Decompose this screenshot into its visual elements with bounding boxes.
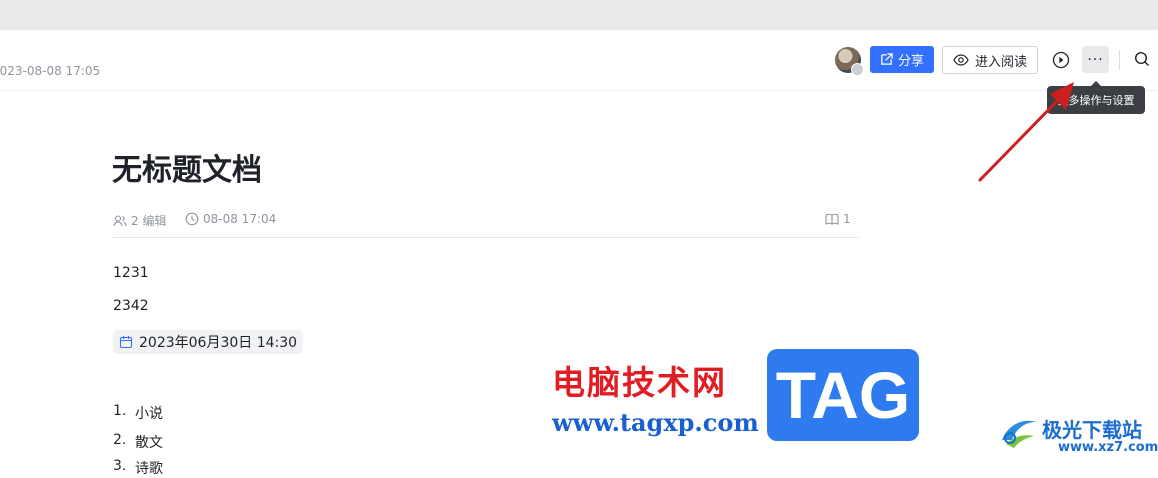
comments-info[interactable]: 1 — [825, 212, 851, 226]
list-number: 2. — [113, 432, 127, 448]
avatar-badge — [851, 63, 864, 76]
clock-icon — [185, 212, 199, 226]
date-chip-text: 2023年06月30日 14:30 — [139, 335, 298, 351]
watermark-tag-logo: TAG — [767, 349, 919, 441]
watermark2-name: 极光下载站 — [1042, 418, 1142, 442]
enter-reading-button[interactable]: 进入阅读 — [942, 46, 1038, 74]
list-text: 散文 — [135, 435, 163, 451]
aurora-logo-icon — [1002, 420, 1036, 448]
list-text: 诗歌 — [135, 461, 163, 477]
play-icon — [1052, 51, 1069, 68]
watermark-site-name: 电脑技术网 — [552, 363, 727, 402]
list-number: 1. — [113, 403, 127, 419]
editors-info[interactable]: 2 编辑 — [113, 212, 166, 229]
document-title[interactable]: 无标题文档 — [112, 145, 262, 189]
updated-time: 08-08 17:04 — [203, 212, 277, 226]
header-divider — [1119, 50, 1120, 70]
editors-count: 2 编辑 — [131, 214, 167, 228]
comments-count: 1 — [843, 212, 851, 226]
share-icon — [881, 53, 893, 65]
watermark-site-url: www.tagxp.com — [552, 408, 759, 437]
watermark2-url: www.xz7.com — [1058, 440, 1158, 455]
list-text: 小说 — [135, 406, 163, 422]
share-label: 分享 — [897, 54, 924, 69]
list-item[interactable]: 1. 小说 — [113, 403, 163, 423]
more-options-button[interactable]: ··· — [1082, 46, 1109, 73]
list-item[interactable]: 3. 诗歌 — [113, 458, 163, 478]
present-button[interactable] — [1047, 46, 1074, 73]
save-time: 2023-08-08 17:05 — [0, 64, 101, 78]
list-number: 3. — [113, 458, 127, 474]
paragraph-2[interactable]: 2342 — [113, 298, 149, 314]
list-item[interactable]: 2. 散文 — [113, 432, 163, 452]
updated-info: 08-08 17:04 — [185, 212, 276, 226]
more-dots-icon: ··· — [1087, 51, 1104, 68]
date-chip[interactable]: 2023年06月30日 14:30 — [113, 330, 304, 354]
browser-top-strip — [0, 0, 1158, 30]
paragraph-1[interactable]: 1231 — [113, 265, 149, 281]
users-icon — [113, 214, 127, 226]
search-icon — [1134, 51, 1149, 66]
share-button[interactable]: 分享 — [870, 46, 934, 73]
document-meta: 2 编辑 08-08 17:04 1 — [113, 212, 859, 238]
search-button[interactable] — [1130, 47, 1154, 71]
calendar-icon — [119, 336, 133, 349]
enter-reading-label: 进入阅读 — [974, 54, 1027, 70]
annotation-arrow — [978, 82, 1074, 182]
book-icon — [825, 213, 839, 225]
eye-icon — [953, 54, 969, 66]
